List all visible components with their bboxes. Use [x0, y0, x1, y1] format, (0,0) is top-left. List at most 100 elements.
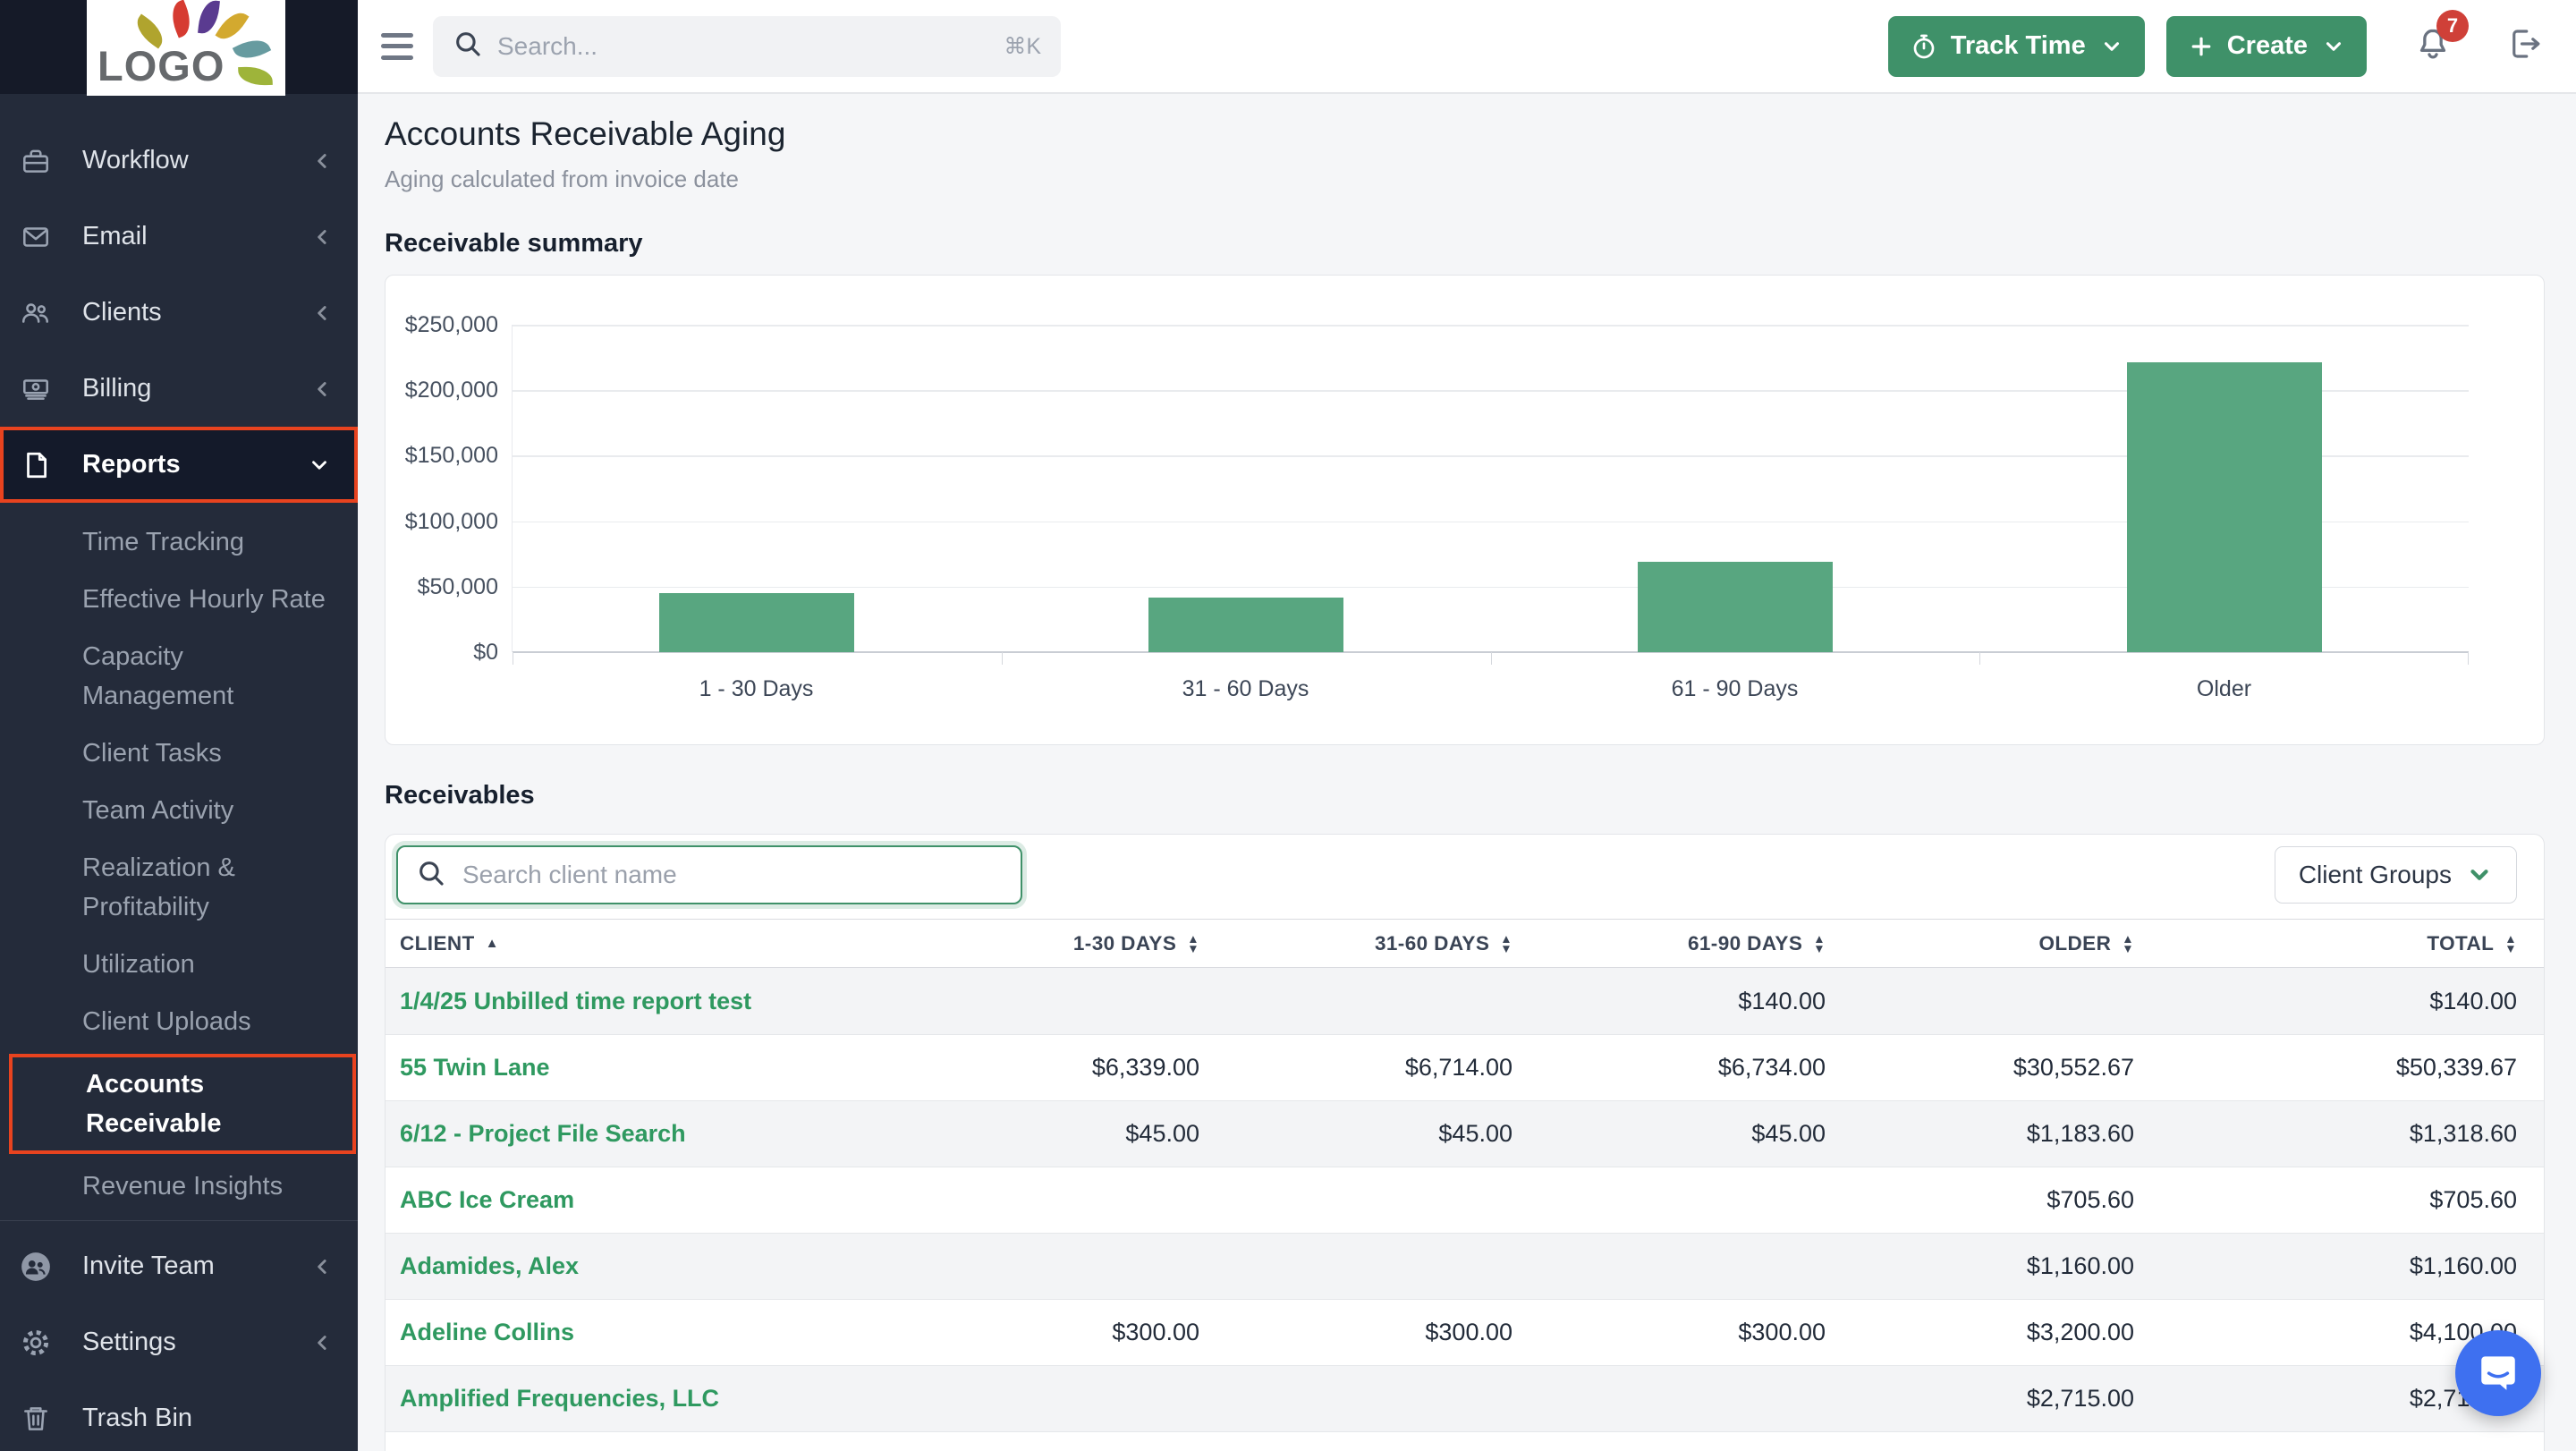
x-axis-label: 61 - 90 Days	[1490, 676, 1979, 702]
cell-61-90: $6,734.00	[1539, 1054, 1852, 1082]
x-axis-label: 1 - 30 Days	[512, 676, 1001, 702]
sidebar-nav: Workflow Email Clients Billing	[0, 94, 358, 1220]
table-row: Amplified Frequencies, LLC $2,715.00 $2,…	[386, 1365, 2544, 1431]
client-search[interactable]	[396, 845, 1022, 904]
cell-1-30: $6,339.00	[913, 1054, 1226, 1082]
global-search[interactable]: ⌘K	[433, 16, 1061, 77]
bar-31-60-days	[1148, 598, 1343, 652]
y-axis-tick: $200,000	[386, 378, 498, 403]
sidebar-item-invite-team[interactable]: Invite Team	[0, 1228, 358, 1304]
column-header-1-30-days[interactable]: 1-30 DAYS ▲▼	[913, 932, 1226, 955]
column-header-total[interactable]: TOTAL ▲▼	[2161, 932, 2544, 955]
submenu-item-capacity-management[interactable]: Capacity Management	[0, 628, 358, 725]
cell-61-90: $45.00	[1539, 1120, 1852, 1148]
column-header-client[interactable]: CLIENT ▲	[386, 932, 913, 955]
receivables-heading: Receivables	[385, 781, 2545, 810]
chart-bars	[513, 325, 2469, 652]
cell-older: $2,715.00	[1852, 1385, 2161, 1413]
column-header-31-60-days[interactable]: 31-60 DAYS ▲▼	[1226, 932, 1539, 955]
sort-icon: ▲▼	[2504, 934, 2517, 954]
cell-older: $1,183.60	[1852, 1120, 2161, 1148]
chevron-left-icon	[311, 301, 335, 325]
column-header-older[interactable]: OLDER ▲▼	[1852, 932, 2161, 955]
submenu-item-team-activity[interactable]: Team Activity	[0, 782, 358, 839]
client-search-input[interactable]	[462, 861, 1003, 889]
cell-total: $1,318.60	[2161, 1120, 2544, 1148]
client-link[interactable]: 6/12 - Project File Search	[386, 1120, 913, 1148]
submenu-item-realization-profitability[interactable]: Realization & Profitability	[0, 839, 358, 936]
document-icon	[20, 449, 52, 481]
chevron-down-icon	[2322, 35, 2345, 58]
table-row-partial	[386, 1431, 2544, 1451]
page-title: Accounts Receivable Aging	[385, 115, 2545, 153]
hamburger-menu-icon[interactable]	[381, 33, 413, 60]
submenu-item-utilization[interactable]: Utilization	[0, 936, 358, 993]
sidebar-item-label: Invite Team	[82, 1252, 311, 1281]
plus-icon	[2188, 33, 2215, 60]
table-row: ABC Ice Cream $705.60 $705.60	[386, 1167, 2544, 1233]
y-axis-tick: $50,000	[386, 574, 498, 600]
sort-icon: ▲▼	[2122, 934, 2134, 954]
sort-icon: ▲▼	[1500, 934, 1513, 954]
receivables-panel: Client Groups CLIENT ▲ 1-30 DAYS ▲▼ 31-6…	[385, 834, 2545, 1451]
x-axis-label: 31 - 60 Days	[1001, 676, 1490, 702]
cell-31-60: $300.00	[1226, 1319, 1539, 1346]
receivable-summary-chart: $250,000 $200,000 $150,000 $100,000 $50,…	[385, 275, 2545, 745]
sort-asc-icon: ▲	[486, 936, 499, 951]
envelope-icon	[20, 221, 52, 253]
submenu-item-time-tracking[interactable]: Time Tracking	[0, 513, 358, 571]
sidebar-item-clients[interactable]: Clients	[0, 275, 358, 351]
cell-31-60: $45.00	[1226, 1120, 1539, 1148]
track-time-button[interactable]: Track Time	[1888, 16, 2145, 77]
chevron-left-icon	[311, 1255, 335, 1278]
chat-launcher-button[interactable]	[2455, 1330, 2541, 1416]
client-link[interactable]: ABC Ice Cream	[386, 1186, 913, 1214]
sidebar-item-workflow[interactable]: Workflow	[0, 123, 358, 199]
table-row: 6/12 - Project File Search $45.00 $45.00…	[386, 1100, 2544, 1167]
table-row: 55 Twin Lane $6,339.00 $6,714.00 $6,734.…	[386, 1034, 2544, 1100]
client-link[interactable]: 55 Twin Lane	[386, 1054, 913, 1082]
trash-icon	[20, 1403, 52, 1435]
client-groups-button[interactable]: Client Groups	[2275, 846, 2517, 904]
logo-leaf	[238, 66, 273, 86]
y-axis-tick: $0	[386, 640, 498, 666]
client-link[interactable]: Adeline Collins	[386, 1319, 913, 1346]
sidebar-item-settings[interactable]: Settings	[0, 1304, 358, 1380]
bar-61-90-days	[1638, 562, 1833, 652]
table-row: Adamides, Alex $1,160.00 $1,160.00	[386, 1233, 2544, 1299]
submenu-item-revenue-insights[interactable]: Revenue Insights	[0, 1158, 358, 1215]
sidebar-item-billing[interactable]: Billing	[0, 351, 358, 427]
submenu-item-client-tasks[interactable]: Client Tasks	[0, 725, 358, 782]
column-header-61-90-days[interactable]: 61-90 DAYS ▲▼	[1539, 932, 1852, 955]
cell-total: $705.60	[2161, 1186, 2544, 1214]
chevron-down-icon	[308, 454, 331, 477]
y-axis-tick: $100,000	[386, 509, 498, 535]
sidebar-item-reports[interactable]: Reports	[0, 427, 358, 503]
cell-61-90: $140.00	[1539, 988, 1852, 1015]
sidebar-item-label: Clients	[82, 298, 311, 327]
client-link[interactable]: Adamides, Alex	[386, 1252, 913, 1280]
sidebar-item-email[interactable]: Email	[0, 199, 358, 275]
cell-1-30: $300.00	[913, 1319, 1226, 1346]
client-link[interactable]: Amplified Frequencies, LLC	[386, 1385, 913, 1413]
chevron-down-icon	[2466, 861, 2493, 888]
client-link[interactable]: 1/4/25 Unbilled time report test	[386, 988, 913, 1015]
cell-total: $50,339.67	[2161, 1054, 2544, 1082]
submenu-item-accounts-receivable[interactable]: Accounts Receivable	[9, 1054, 356, 1154]
sidebar-item-label: Billing	[82, 374, 311, 403]
main-content: Accounts Receivable Aging Aging calculat…	[358, 94, 2576, 1451]
cell-older: $30,552.67	[1852, 1054, 2161, 1082]
global-search-input[interactable]	[497, 32, 1004, 61]
submenu-item-effective-hourly-rate[interactable]: Effective Hourly Rate	[0, 571, 358, 628]
sidebar-item-trash-bin[interactable]: Trash Bin	[0, 1380, 358, 1451]
notifications-button[interactable]: 7	[2413, 24, 2453, 68]
create-button[interactable]: Create	[2166, 16, 2367, 77]
submenu-item-client-uploads[interactable]: Client Uploads	[0, 993, 358, 1050]
table-body: 1/4/25 Unbilled time report test $140.00…	[386, 968, 2544, 1451]
chat-bubble-icon	[2476, 1349, 2521, 1398]
cell-31-60: $6,714.00	[1226, 1054, 1539, 1082]
logo-leaf	[166, 0, 197, 38]
banknote-icon	[20, 373, 52, 405]
logout-button[interactable]	[2506, 25, 2544, 67]
sidebar-item-label: Trash Bin	[82, 1404, 335, 1433]
